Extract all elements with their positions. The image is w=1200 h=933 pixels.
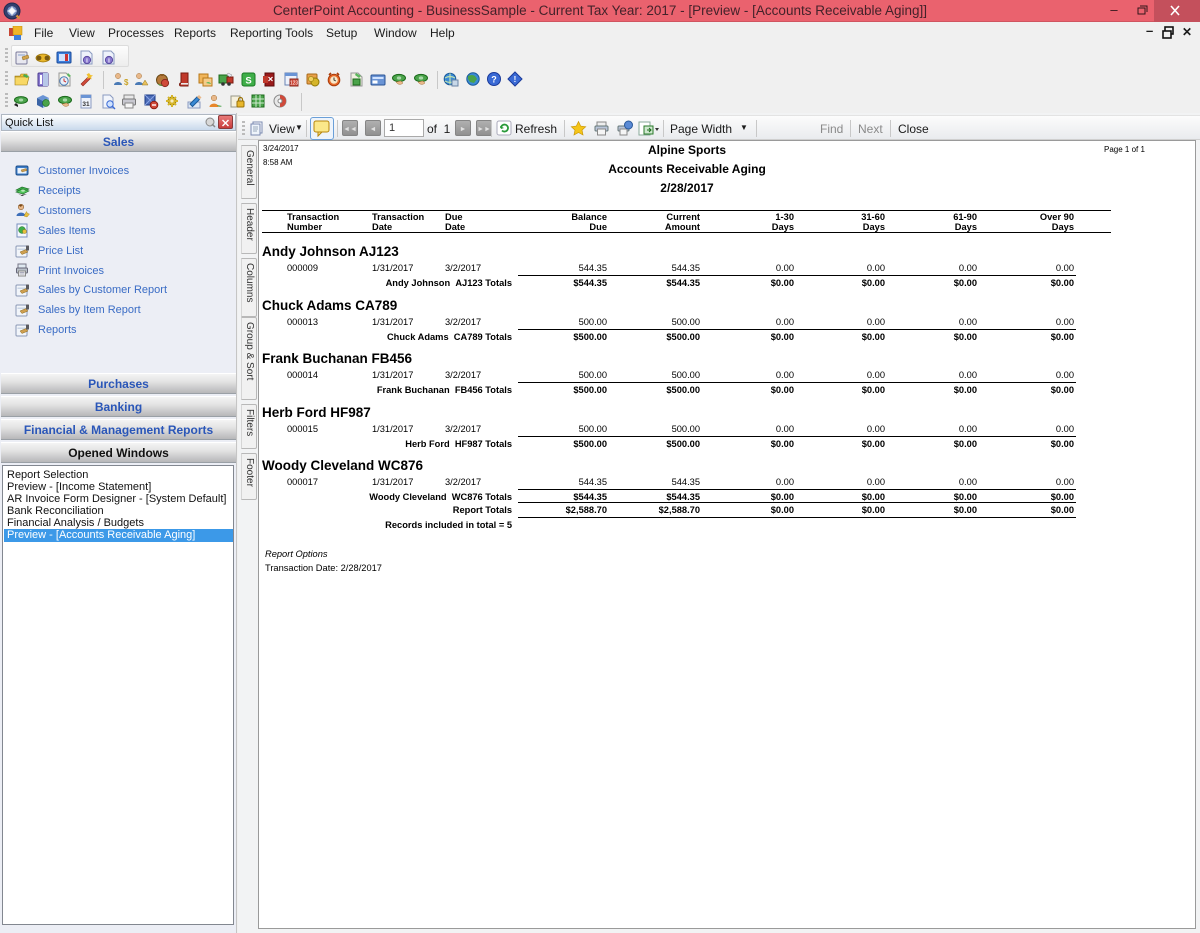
svg-text:►►: ►► xyxy=(477,126,491,133)
svg-text:◄: ◄ xyxy=(370,126,377,133)
svg-text:31: 31 xyxy=(82,101,90,108)
svg-text:$: $ xyxy=(124,78,129,87)
svg-text:S: S xyxy=(245,76,251,87)
svg-text:◄◄: ◄◄ xyxy=(343,126,357,133)
svg-text:?: ? xyxy=(491,75,497,85)
svg-text:►: ► xyxy=(460,126,467,133)
svg-text:!: ! xyxy=(514,75,517,84)
svg-text:123: 123 xyxy=(290,81,299,87)
